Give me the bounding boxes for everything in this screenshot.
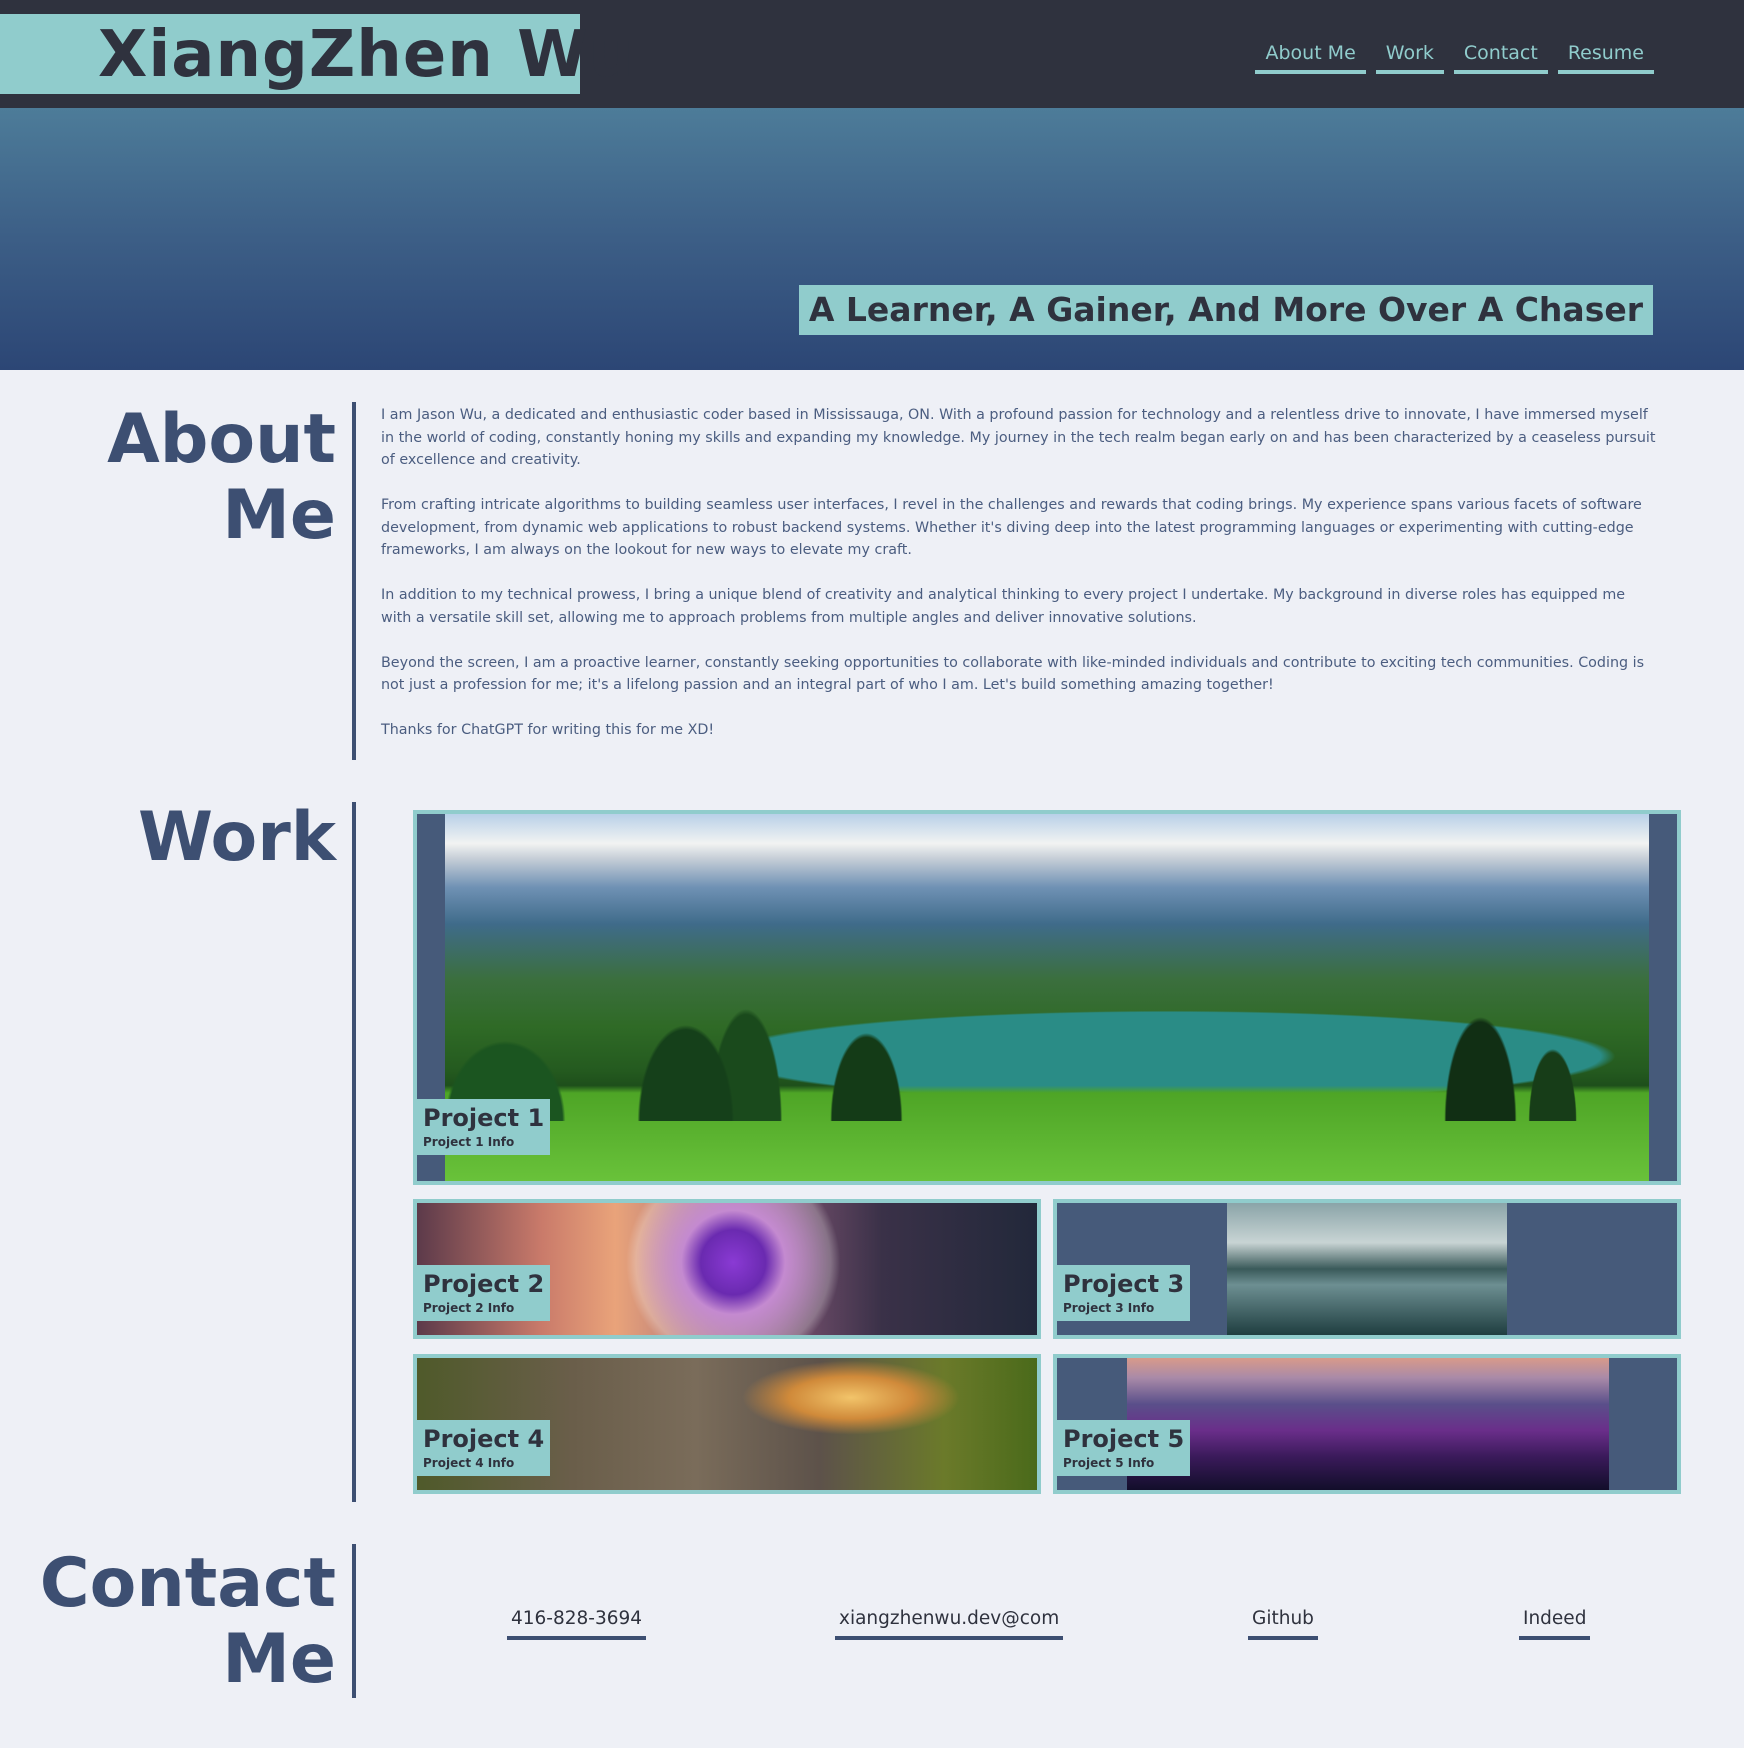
- about-body: I am Jason Wu, a dedicated and enthusias…: [381, 404, 1657, 764]
- site-header: XiangZhen Wu About Me Work Contact Resum…: [0, 0, 1744, 108]
- project-1-info: Project 1 Info: [423, 1135, 515, 1149]
- work-heading: Work: [137, 798, 336, 877]
- about-heading-line2: Me: [222, 476, 336, 556]
- nav-about-me[interactable]: About Me: [1255, 40, 1366, 74]
- project-card-4[interactable]: Project 4 Project 4 Info: [413, 1354, 1041, 1494]
- project-5-label: Project 5 Project 5 Info: [1057, 1420, 1191, 1476]
- site-name-block: XiangZhen Wu: [0, 14, 634, 94]
- about-paragraph: Beyond the screen, I am a proactive lear…: [381, 654, 1645, 694]
- project-4-title: Project 4: [423, 1425, 545, 1453]
- project-card-5[interactable]: Project 5 Project 5 Info: [1053, 1354, 1681, 1494]
- work-divider: [352, 802, 356, 1502]
- project-3-info: Project 3 Info: [1063, 1301, 1155, 1315]
- project-1-title: Project 1: [423, 1104, 545, 1132]
- contact-links: 416-828-3694 xiangzhenwu.dev@com Github …: [0, 1606, 1744, 1646]
- nav-resume[interactable]: Resume: [1557, 40, 1654, 74]
- about-heading: About Me: [107, 400, 336, 556]
- main-nav: About Me Work Contact Resume: [1255, 40, 1654, 74]
- about-paragraph: From crafting intricate algorithms to bu…: [381, 497, 1642, 558]
- project-2-info: Project 2 Info: [423, 1301, 515, 1315]
- hero-tagline: A Learner, A Gainer, And More Over A Cha…: [798, 285, 1653, 335]
- nav-work[interactable]: Work: [1375, 40, 1444, 74]
- project-card-2[interactable]: Project 2 Project 2 Info: [413, 1199, 1041, 1339]
- project-2-title: Project 2: [423, 1270, 545, 1298]
- project-5-info: Project 5 Info: [1063, 1456, 1155, 1470]
- nav-contact[interactable]: Contact: [1453, 40, 1548, 74]
- site-name: XiangZhen Wu: [98, 18, 636, 92]
- project-1-label: Project 1 Project 1 Info: [417, 1099, 551, 1155]
- project-5-image: [1127, 1358, 1609, 1490]
- project-card-3[interactable]: Project 3 Project 3 Info: [1053, 1199, 1681, 1339]
- about-paragraph: I am Jason Wu, a dedicated and enthusias…: [381, 407, 1656, 468]
- about-paragraph: Thanks for ChatGPT for writing this for …: [381, 722, 715, 738]
- contact-github-link[interactable]: Github: [1248, 1606, 1318, 1640]
- project-2-label: Project 2 Project 2 Info: [417, 1265, 551, 1321]
- contact-email-link[interactable]: xiangzhenwu.dev@com: [835, 1606, 1064, 1640]
- project-card-1[interactable]: Project 1 Project 1 Info: [413, 810, 1681, 1185]
- about-paragraph: In addition to my technical prowess, I b…: [381, 587, 1626, 626]
- project-3-title: Project 3: [1063, 1270, 1185, 1298]
- contact-indeed-link[interactable]: Indeed: [1519, 1606, 1591, 1640]
- about-heading-line1: About: [107, 400, 336, 479]
- project-3-label: Project 3 Project 3 Info: [1057, 1265, 1191, 1321]
- project-5-title: Project 5: [1063, 1425, 1185, 1453]
- project-4-label: Project 4 Project 4 Info: [417, 1420, 551, 1476]
- contact-phone-link[interactable]: 416-828-3694: [507, 1606, 647, 1640]
- project-4-info: Project 4 Info: [423, 1456, 515, 1470]
- project-1-image-trees: [445, 961, 1649, 1121]
- about-divider: [352, 402, 356, 760]
- project-3-image: [1227, 1203, 1507, 1335]
- hero-banner: A Learner, A Gainer, And More Over A Cha…: [0, 108, 1744, 370]
